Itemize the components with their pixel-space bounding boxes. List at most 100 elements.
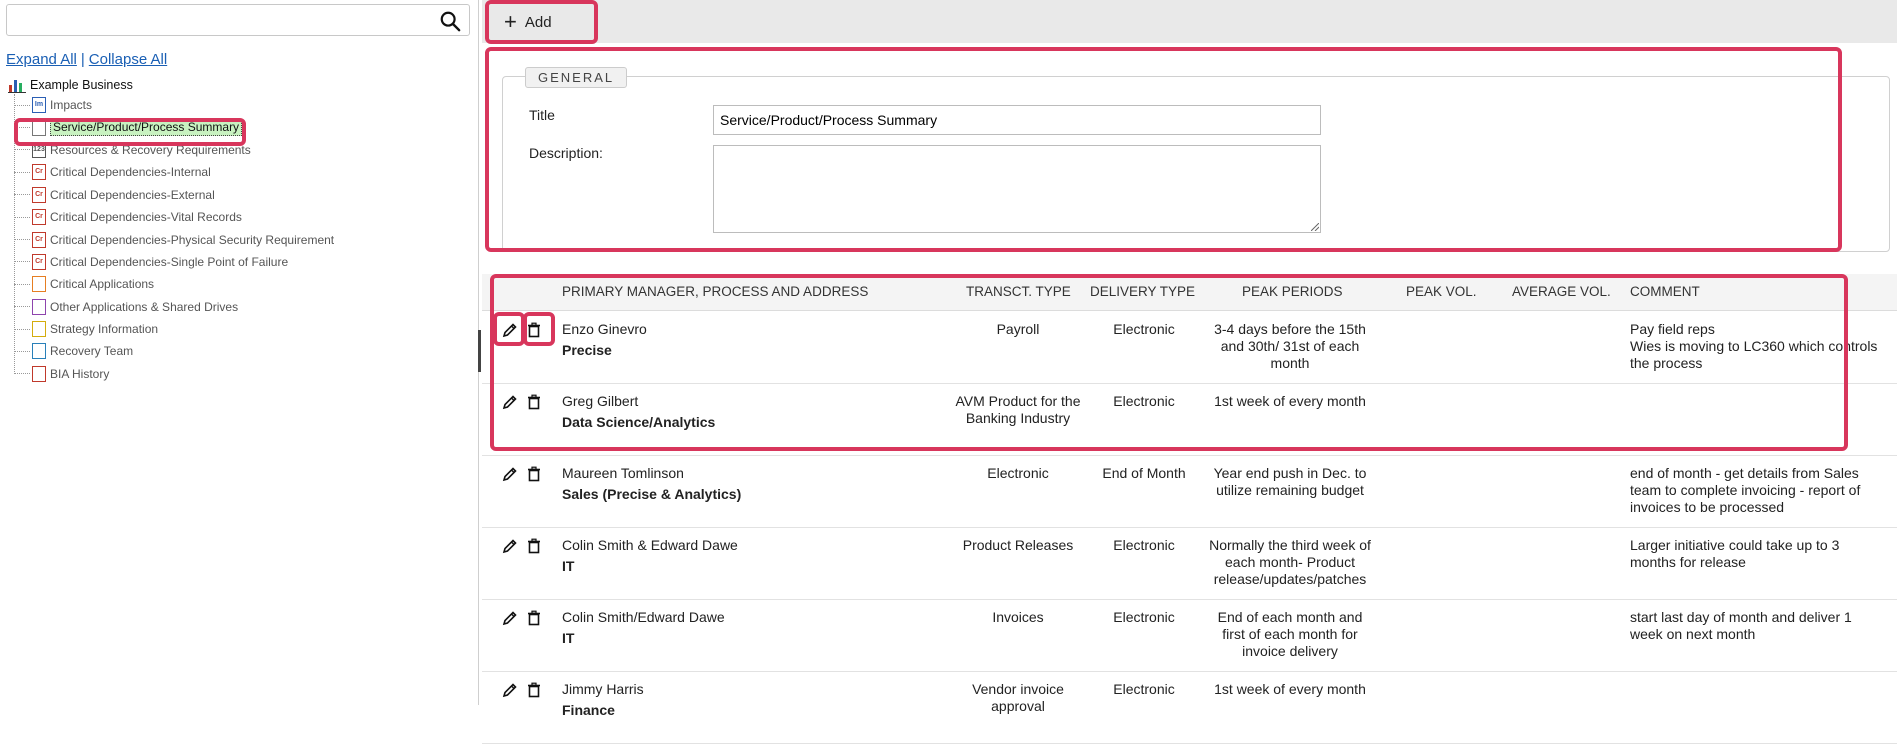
peak-periods-cell: Year end push in Dec. to utilize remaini… [1213, 465, 1367, 498]
manager-process: Precise [562, 342, 612, 358]
table-row[interactable]: Greg Gilbert Data Science/Analytics AVM Pr… [482, 383, 1897, 456]
document-icon [32, 343, 46, 360]
peak-periods-cell: 3-4 days before the 15th and 30th/ 31st … [1214, 321, 1366, 371]
tree-item-label: BIA History [50, 366, 110, 381]
tree-item[interactable]: Cr Critical Dependencies-Single Point of … [14, 251, 334, 273]
transct-type-cell: Payroll [996, 321, 1040, 337]
tree-item[interactable]: Im Impacts [14, 94, 334, 116]
delete-icon[interactable] [526, 394, 542, 410]
edit-icon[interactable] [502, 322, 518, 338]
table-row[interactable]: Maureen Tomlinson Sales (Precise & Analyt… [482, 455, 1897, 528]
tree-links: Expand All | Collapse All [6, 51, 167, 68]
tree-item[interactable]: Critical Applications [14, 273, 334, 295]
comment-cell: start last day of month and deliver 1 we… [1630, 609, 1852, 642]
tree-item[interactable]: Cr Critical Dependencies-Physical Securit… [14, 228, 334, 250]
col-transct-type[interactable]: TRANSCT. TYPE [966, 284, 1071, 299]
title-input[interactable] [713, 105, 1321, 135]
tree-connector-branch [14, 194, 30, 196]
delete-icon[interactable] [526, 682, 542, 698]
tree-panel: Expand All | Collapse All Example Business… [0, 0, 479, 705]
search-input[interactable] [13, 9, 437, 33]
manager-name: Maureen Tomlinson [562, 465, 684, 481]
resize-grip-icon[interactable] [1311, 223, 1319, 231]
tree-connector-branch [14, 171, 30, 173]
manager-process: IT [562, 630, 575, 646]
panel-splitter[interactable] [478, 330, 481, 372]
table-row[interactable]: Jimmy Harris Finance Vendor invoice approv… [482, 671, 1897, 744]
tree-item[interactable]: Recovery Team [14, 340, 334, 362]
col-manager[interactable]: PRIMARY MANAGER, PROCESS AND ADDRESS [562, 284, 868, 299]
tree-connector-branch [14, 283, 30, 285]
table-row[interactable]: Colin Smith/Edward Dawe IT Invoices Electro… [482, 599, 1897, 672]
manager-cell: Colin Smith/Edward Dawe IT [562, 609, 962, 647]
tree-item[interactable]: Cr Critical Dependencies-Internal [14, 161, 334, 183]
manager-cell: Greg Gilbert Data Science/Analytics [562, 393, 962, 431]
tree-connector-branch [14, 149, 30, 151]
document-icon: Cr [32, 231, 46, 248]
manager-cell: Maureen Tomlinson Sales (Precise & Analyt… [562, 465, 962, 503]
edit-icon[interactable] [502, 682, 518, 698]
col-average-vol[interactable]: AVERAGE VOL. [1512, 284, 1611, 299]
tree-root[interactable]: Example Business [8, 76, 334, 94]
tree-item-label: Critical Dependencies-Physical Security … [50, 232, 335, 247]
add-button-label: Add [524, 13, 552, 31]
expand-all-link[interactable]: Expand All [6, 51, 77, 68]
tree-connector-branch [14, 261, 30, 263]
tree-connector-branch [14, 239, 30, 241]
tree-item-label: Critical Dependencies-External [50, 187, 215, 202]
col-peak-vol[interactable]: PEAK VOL. [1406, 284, 1477, 299]
col-peak-periods[interactable]: PEAK PERIODS [1242, 284, 1343, 299]
delete-icon[interactable] [526, 610, 542, 626]
manager-cell: Colin Smith & Edward Dawe IT [562, 537, 962, 575]
transct-type-cell: Invoices [992, 609, 1044, 625]
delete-icon[interactable] [526, 466, 542, 482]
tree-connector-branch [14, 127, 30, 129]
tree-item[interactable]: Service/Product/Process Summary [14, 116, 334, 138]
tree-item-label: Critical Dependencies-Single Point of Fa… [50, 254, 289, 269]
tree-item[interactable]: Cr Critical Dependencies-External [14, 184, 334, 206]
description-input[interactable] [713, 145, 1321, 233]
delete-icon[interactable] [526, 538, 542, 554]
manager-name: Enzo Ginevro [562, 321, 647, 337]
comment-cell: Pay field reps Wies is moving to LC360 w… [1630, 321, 1878, 371]
search-box[interactable] [6, 4, 470, 36]
manager-name: Colin Smith & Edward Dawe [562, 537, 738, 553]
peak-periods-cell: 1st week of every month [1214, 681, 1366, 697]
col-delivery-type[interactable]: DELIVERY TYPE [1090, 284, 1195, 299]
general-section: GENERAL Title Description: [502, 67, 1890, 252]
tree-connector-branch [14, 306, 30, 308]
content-panel: + Add GENERAL Title Description: PRIMARY… [482, 0, 1897, 744]
document-icon [32, 119, 46, 136]
edit-icon[interactable] [502, 394, 518, 410]
delivery-type-cell: Electronic [1113, 321, 1175, 337]
delivery-type-cell: Electronic [1113, 609, 1175, 625]
comment-cell: Larger initiative could take up to 3 mon… [1630, 537, 1840, 570]
tree-item[interactable]: Other Applications & Shared Drives [14, 296, 334, 318]
document-icon [32, 365, 46, 382]
edit-icon[interactable] [502, 610, 518, 626]
tree-item-label: Impacts [50, 98, 93, 113]
search-icon[interactable] [439, 10, 461, 32]
tree-item[interactable]: Strategy Information [14, 318, 334, 340]
delete-icon[interactable] [526, 322, 542, 338]
col-comment[interactable]: COMMENT [1630, 284, 1700, 299]
table-row[interactable]: Enzo Ginevro Precise Payroll Electronic 3-4 … [482, 311, 1897, 384]
collapse-all-link[interactable]: Collapse All [89, 51, 167, 68]
table-row[interactable]: Colin Smith & Edward Dawe IT Product Relea… [482, 527, 1897, 600]
delivery-type-cell: End of Month [1102, 465, 1186, 481]
tree-item[interactable]: BIA History [14, 363, 334, 385]
tree-items: Im Impacts Service/Product/Process Summary… [14, 94, 334, 385]
manager-name: Colin Smith/Edward Dawe [562, 609, 725, 625]
tree-item[interactable]: 123 Resources & Recovery Requirements [14, 139, 334, 161]
add-button[interactable]: + Add [490, 6, 568, 38]
tree-item[interactable]: Cr Critical Dependencies-Vital Records [14, 206, 334, 228]
bar-chart-icon [8, 80, 26, 93]
plus-icon: + [504, 9, 517, 34]
title-label: Title [529, 107, 555, 123]
tree-connector-branch [14, 373, 30, 375]
edit-icon[interactable] [502, 466, 518, 482]
tree-item-label: Critical Dependencies-Vital Records [50, 210, 242, 225]
tree-item-label: Critical Dependencies-Internal [50, 165, 211, 180]
tree-item-label: Resources & Recovery Requirements [50, 142, 251, 157]
edit-icon[interactable] [502, 538, 518, 554]
